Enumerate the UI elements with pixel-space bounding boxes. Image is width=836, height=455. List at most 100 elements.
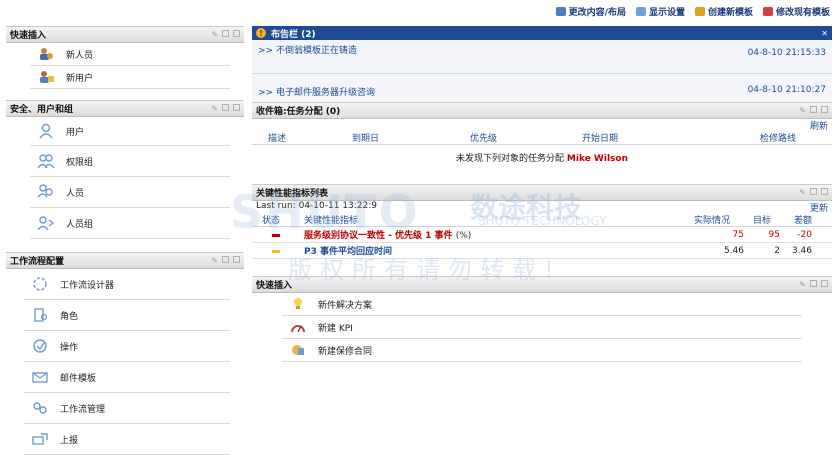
kpi-row[interactable]: P3 事件平均回应时间 5.46 2 3.46 (252, 243, 832, 259)
list-item[interactable]: 新件解决方案 (282, 293, 802, 316)
list-item[interactable]: 新人员 (30, 43, 230, 66)
new-template-icon (694, 7, 705, 16)
edit-icon[interactable]: ✎ (799, 106, 806, 115)
quick-insert-panel-right: 快速插入 ✎ 新件解决方案 新建 KPI 新建保修合同 (252, 276, 832, 362)
user-name: Mike Wilson (566, 154, 628, 164)
modify-template-link[interactable]: 修改现有模板 (762, 5, 830, 18)
close-icon[interactable] (821, 106, 828, 113)
list-item[interactable]: 权限组 (30, 146, 230, 177)
maximize-icon[interactable] (810, 106, 817, 113)
new-user-icon (36, 69, 56, 85)
kpi-row[interactable]: 服务级别协议一致性 - 优先级 1 事件 (%) 75 95 -20 (252, 227, 832, 243)
close-icon[interactable] (821, 188, 828, 195)
bulletin-header: ! 布告栏 (2) ✕ (252, 26, 832, 40)
panel-controls[interactable]: ✎ (211, 104, 240, 113)
list-item[interactable]: 新用户 (30, 66, 230, 89)
display-settings-link[interactable]: 显示设置 (635, 5, 685, 18)
maximize-icon[interactable] (222, 30, 229, 37)
layout-icon (555, 7, 566, 16)
list-item[interactable]: 操作 (24, 331, 230, 362)
escalation-icon (30, 431, 50, 447)
list-item[interactable]: 人员 (30, 177, 230, 208)
column-header[interactable]: 开始日期 (582, 131, 760, 144)
kpi-panel: 关键性能指标列表 ✎ Last run: 04-10-11 13:22:9 更新 … (252, 184, 832, 259)
list-item[interactable]: 新建保修合同 (282, 339, 802, 362)
workflow-designer-icon (30, 276, 50, 292)
list-item[interactable]: 工作流设计器 (24, 269, 230, 300)
maximize-icon[interactable] (222, 256, 229, 263)
action-icon (30, 338, 50, 354)
edit-icon[interactable]: ✎ (799, 188, 806, 197)
edit-icon[interactable]: ✎ (799, 280, 806, 289)
list-item[interactable]: 邮件模板 (24, 362, 230, 393)
inbox-panel: 收件箱:任务分配 (0) ✎ 刷新 描述 到期日 优先级 开始日期 检修路线 未发… (252, 102, 832, 169)
status-indicator-red (272, 233, 280, 237)
column-header[interactable]: 关键性能指标 (304, 213, 694, 226)
edit-template-icon (762, 7, 773, 16)
maximize-icon[interactable] (222, 104, 229, 111)
workflow-admin-icon (30, 400, 50, 416)
status-indicator-yellow (272, 249, 280, 253)
close-icon[interactable] (233, 256, 240, 263)
column-header[interactable]: 状态 (262, 213, 304, 226)
inbox-table-header: 描述 到期日 优先级 开始日期 检修路线 (252, 130, 832, 145)
panel-header: 快速插入 ✎ (6, 26, 244, 43)
panel-header: 快速插入 ✎ (252, 276, 832, 293)
panel-controls[interactable]: ✎ (799, 188, 828, 197)
person-group-icon (36, 215, 56, 231)
change-layout-link[interactable]: 更改内容/布局 (555, 5, 626, 18)
maximize-icon[interactable] (810, 188, 817, 195)
column-header[interactable]: 描述 (268, 131, 352, 144)
column-header[interactable]: 差额 (780, 213, 812, 226)
list-item[interactable]: 人员组 (30, 208, 230, 239)
bulletin-panel: ! 布告栏 (2) ✕ >> 不倒翁模板正在铸造 04-8-10 21:15:33 … (252, 26, 832, 104)
list-item[interactable]: 工作流管理 (24, 393, 230, 424)
create-template-link[interactable]: 创建新模板 (694, 5, 753, 18)
panel-controls[interactable]: ✎ (799, 106, 828, 115)
panel-controls[interactable]: ✎ (211, 30, 240, 39)
edit-icon[interactable]: ✎ (211, 30, 218, 39)
refresh-link[interactable]: 刷新 (810, 122, 828, 132)
role-icon (30, 307, 50, 323)
inbox-empty-message: 未发现下列对象的任务分配 Mike Wilson (456, 154, 628, 164)
last-run-text: Last run: 04-10-11 13:22:9 (256, 201, 378, 211)
update-link[interactable]: 更新 (810, 201, 828, 214)
permission-group-icon (36, 153, 56, 169)
panel-header: 关键性能指标列表 ✎ (252, 184, 832, 201)
bulletin-item[interactable]: >> 不倒翁模板正在铸造 04-8-10 21:15:33 (252, 40, 832, 74)
new-person-icon (36, 46, 56, 62)
edit-icon[interactable]: ✎ (211, 256, 218, 265)
user-icon (36, 123, 56, 139)
close-icon[interactable] (233, 104, 240, 111)
list-item[interactable]: 上报 (24, 424, 230, 455)
list-item[interactable]: 新建 KPI (282, 316, 802, 339)
warning-icon: ! (256, 28, 266, 38)
security-panel: 安全、用户和组 ✎ 用户 权限组 人员 人员组 (6, 100, 244, 239)
panel-controls[interactable]: ✎ (211, 256, 240, 265)
close-icon[interactable] (821, 280, 828, 287)
column-header[interactable]: 实际情况 (694, 213, 744, 226)
person-icon (36, 184, 56, 200)
panel-controls[interactable]: ✎ (799, 280, 828, 289)
list-item[interactable]: 角色 (24, 300, 230, 331)
display-icon (635, 7, 646, 16)
lightbulb-icon (288, 296, 308, 312)
close-icon[interactable]: ✕ (821, 29, 828, 38)
column-header[interactable]: 检修路线 (760, 131, 796, 144)
list-item[interactable]: 用户 (30, 117, 230, 146)
panel-header: 安全、用户和组 ✎ (6, 100, 244, 117)
workflow-panel: 工作流程配置 ✎ 工作流设计器 角色 操作 邮件模板 工作流管理 上报 (6, 252, 244, 455)
panel-header: 收件箱:任务分配 (0) ✎ (252, 102, 832, 119)
kpi-table-header: 状态 关键性能指标 实际情况 目标 差额 (252, 212, 832, 227)
gauge-icon (288, 319, 308, 335)
column-header[interactable]: 目标 (744, 213, 780, 226)
edit-icon[interactable]: ✎ (211, 104, 218, 113)
bulletin-item[interactable]: >> 电子邮件服务器升级咨询 04-8-10 21:10:27 (252, 74, 832, 104)
maximize-icon[interactable] (810, 280, 817, 287)
column-header[interactable]: 到期日 (352, 131, 470, 144)
top-links-bar: 更改内容/布局 显示设置 创建新模板 修改现有模板 (555, 5, 830, 18)
close-icon[interactable] (233, 30, 240, 37)
quick-insert-panel-left: 快速插入 ✎ 新人员 新用户 (6, 26, 244, 89)
panel-header: 工作流程配置 ✎ (6, 252, 244, 269)
column-header[interactable]: 优先级 (470, 131, 582, 144)
